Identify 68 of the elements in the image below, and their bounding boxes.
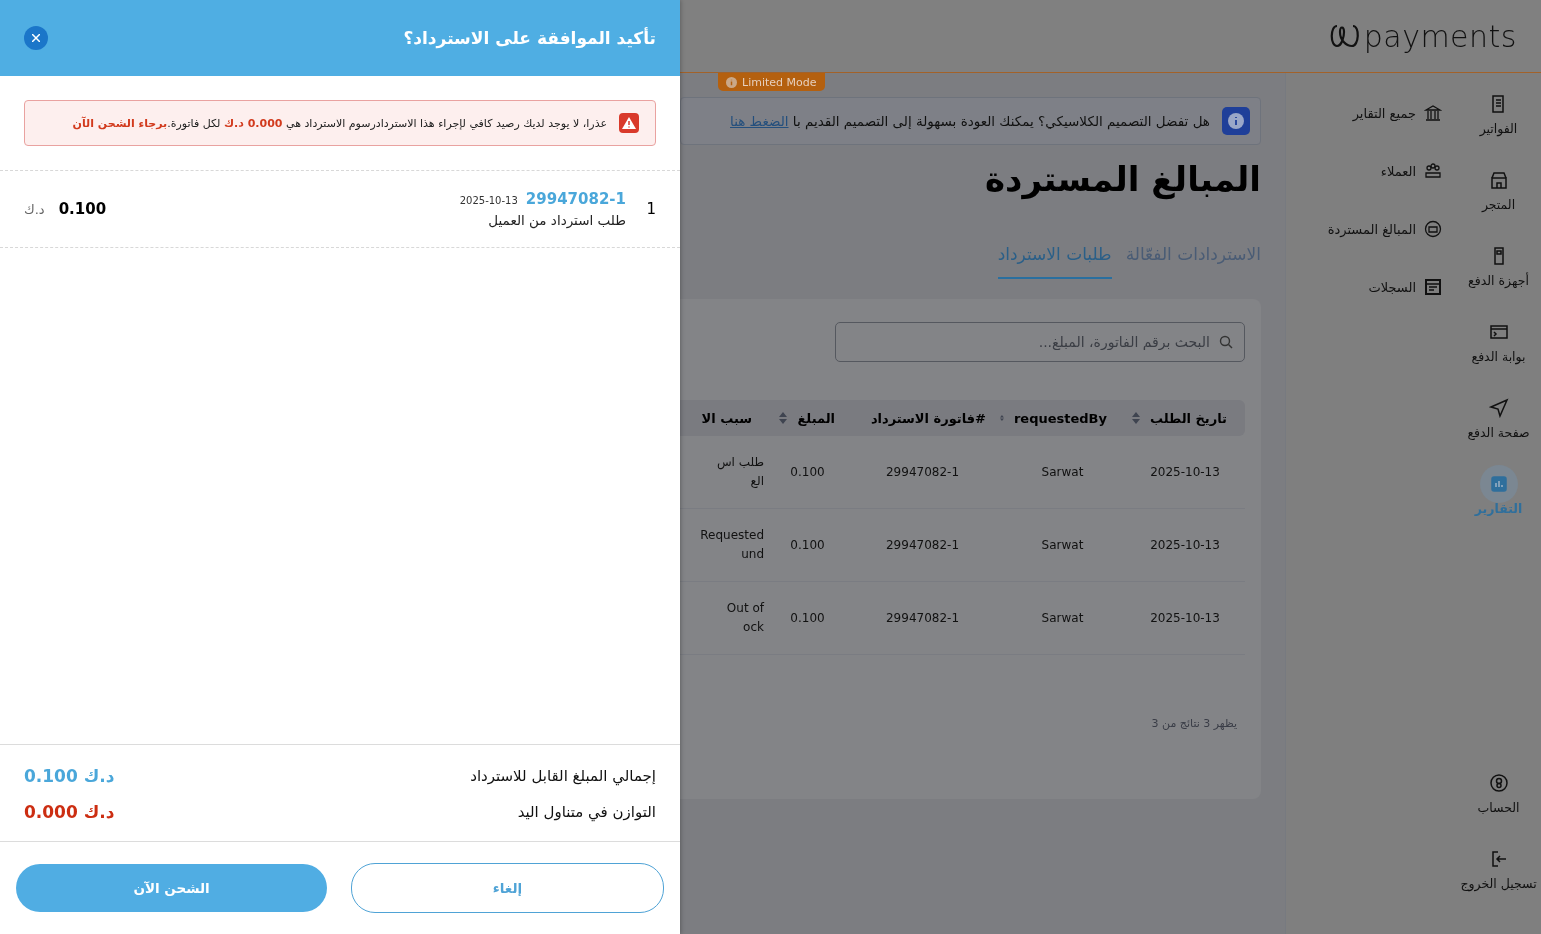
table-cell-text: 2025-10-13 bbox=[1150, 536, 1220, 554]
column-header: سبب الا bbox=[700, 410, 753, 426]
nav-item[interactable]: أجهزة الدفع bbox=[1456, 241, 1541, 317]
list-icon bbox=[1424, 278, 1442, 296]
item-date: 2025-10-13 bbox=[459, 195, 518, 206]
nav-item[interactable]: بوابة الدفع bbox=[1456, 317, 1541, 393]
people-icon bbox=[1424, 162, 1442, 180]
summary-value: 0.100 د.ك bbox=[24, 766, 115, 786]
table-cell-text: Requested und bbox=[700, 527, 764, 563]
bank-icon bbox=[1424, 104, 1442, 122]
submenu-item[interactable]: العملاء bbox=[1286, 157, 1442, 185]
summary-label: التوازن في متناول اليد bbox=[517, 803, 656, 821]
item-description: طلب استرداد من العميل bbox=[487, 212, 626, 228]
drawer-title: تأكيد الموافقة على الاسترداد؟ bbox=[403, 28, 656, 48]
logo-text: payments bbox=[1363, 18, 1517, 54]
sort-icon bbox=[1131, 412, 1140, 424]
table-cell-text: 29947082-1 bbox=[886, 463, 960, 481]
submenu-item[interactable]: السجلات bbox=[1286, 273, 1442, 301]
table-cell-text: Sarwat bbox=[1041, 536, 1084, 554]
nav-item[interactable]: المتجر bbox=[1456, 165, 1541, 241]
nav-item[interactable]: تسجيل الخروج bbox=[1456, 844, 1541, 920]
sort-icon bbox=[779, 412, 788, 424]
page-title: المبالغ المستردة bbox=[984, 159, 1261, 202]
item-number: 1 bbox=[645, 200, 656, 218]
user-icon bbox=[1488, 773, 1509, 793]
column-header[interactable]: requestedBy bbox=[1000, 410, 1125, 426]
item-currency: د.ك bbox=[24, 201, 45, 217]
recharge-button[interactable]: الشحن الآن bbox=[16, 864, 327, 912]
table-cell-text: 0.100 bbox=[790, 463, 825, 481]
summary-label: إجمالي المبلغ القابل للاسترداد bbox=[470, 767, 656, 785]
table-cell-text: Out of ock bbox=[726, 600, 764, 636]
info-icon bbox=[726, 76, 737, 88]
table-cell-text: 29947082-1 bbox=[886, 609, 960, 627]
refund-icon bbox=[1424, 220, 1442, 238]
submenu-item[interactable]: المبالغ المستردة bbox=[1286, 215, 1442, 243]
table-cell-text: 29947082-1 bbox=[886, 536, 960, 554]
results-count: يظهر 3 نتائج من 3 bbox=[1150, 717, 1238, 732]
banner-text: هل تفضل التصميم الكلاسيكي؟ يمكنك العودة بسهولة إلى التصميم القديم با الضغط هنا bbox=[730, 113, 1210, 129]
search-field[interactable]: البحث برقم الفاتورة، المبلغ... bbox=[835, 322, 1245, 362]
table-cell-text: 0.100 bbox=[790, 609, 825, 627]
warning-icon bbox=[619, 113, 639, 133]
cancel-button[interactable]: إلغاء bbox=[351, 863, 664, 913]
store-icon bbox=[1488, 170, 1509, 190]
summary-value: 0.000 د.ك bbox=[24, 802, 115, 822]
table-cell-text: 0.100 bbox=[790, 536, 825, 554]
invoice-link[interactable]: 29947082-1 bbox=[525, 190, 626, 208]
terminal-window-icon bbox=[1488, 322, 1509, 342]
column-header[interactable]: تاريخ الطلب bbox=[1125, 410, 1245, 426]
search-icon bbox=[1219, 335, 1233, 349]
table-cell-text: 2025-10-13 bbox=[1150, 463, 1220, 481]
badge-label: Limited Mode bbox=[742, 75, 817, 89]
nav-item[interactable]: الحساب bbox=[1456, 768, 1541, 844]
alert-message: عذرا، لا يوجد لديك رصيد كافي لإجراء هذا الاستردادرسوم الاسترداد هي 0.000 د.ك لكل فاتورة.برجاء الشحن الآن bbox=[72, 116, 607, 130]
column-header: #فاتورة الاسترداد bbox=[869, 410, 987, 426]
nav-item[interactable]: الفواتير bbox=[1456, 89, 1541, 165]
submenu-item[interactable]: جميع التقاير bbox=[1286, 99, 1442, 127]
paper-plane-icon bbox=[1488, 398, 1509, 418]
close-button[interactable] bbox=[24, 26, 48, 50]
table-cell-text: طلب اس الع bbox=[716, 454, 764, 490]
column-header[interactable]: المبلغ bbox=[770, 410, 845, 426]
item-amount: 0.100 bbox=[58, 200, 107, 218]
info-icon bbox=[1222, 107, 1250, 135]
nav-item[interactable]: صفحة الدفع bbox=[1456, 393, 1541, 469]
table-cell-text: Sarwat bbox=[1041, 463, 1084, 481]
close-icon bbox=[32, 34, 40, 42]
table-cell-text: 2025-10-13 bbox=[1150, 609, 1220, 627]
table-cell-text: Sarwat bbox=[1041, 609, 1084, 627]
bar-chart-icon bbox=[1488, 474, 1509, 494]
